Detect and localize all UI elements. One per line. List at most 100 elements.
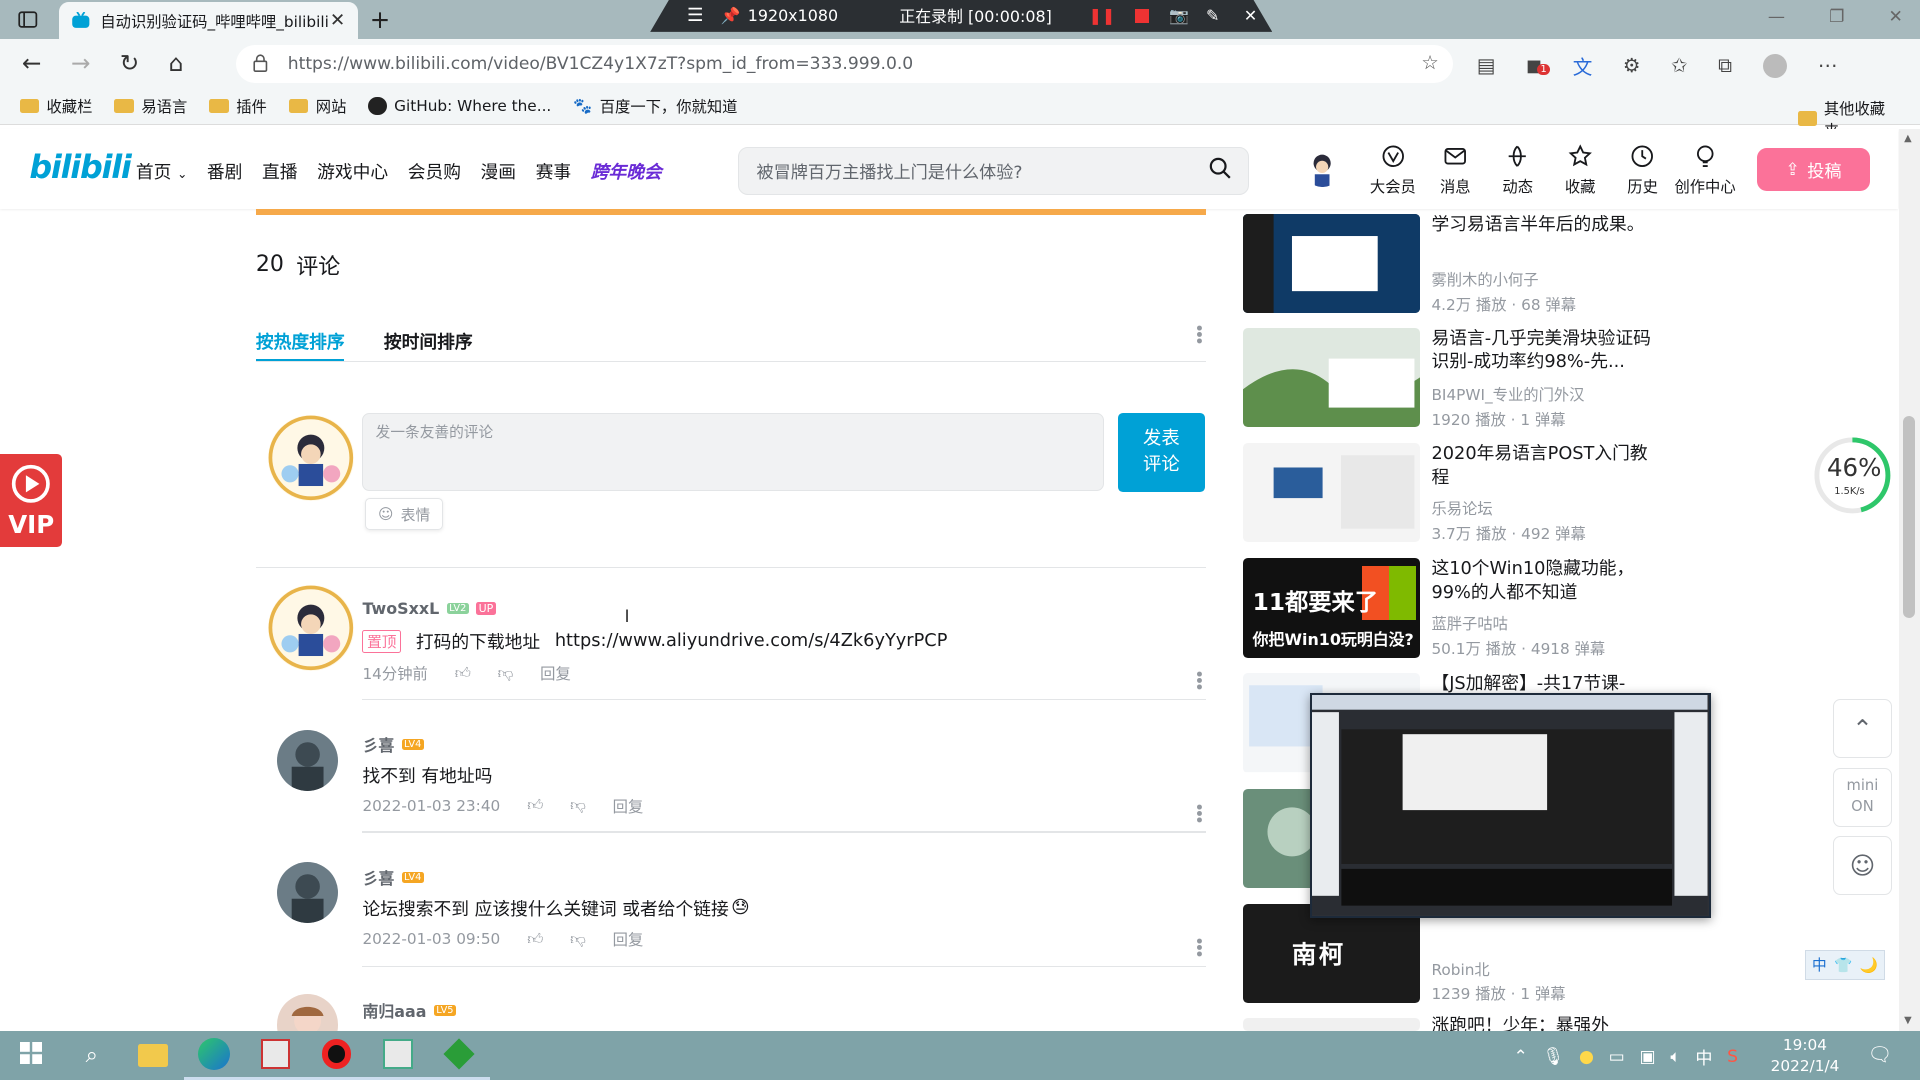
ime-toolbar[interactable]: 中 👕 🌙 <box>1804 950 1886 980</box>
submit-comment-button[interactable]: 发表 评论 <box>1117 412 1205 493</box>
favorites-button[interactable]: 收藏 <box>1549 144 1611 197</box>
search-taskbar-button[interactable]: ⌕ <box>61 1031 122 1080</box>
pin-icon[interactable]: 📌 <box>721 6 741 25</box>
minimize-icon[interactable]: — <box>1768 7 1785 27</box>
history-button[interactable]: 历史 <box>1611 144 1673 197</box>
customer-service-button[interactable]: ☺ <box>1833 836 1892 896</box>
forward-icon[interactable]: → <box>71 50 90 77</box>
new-tab-icon[interactable]: + <box>370 5 391 34</box>
chevron-up-icon[interactable]: ⌃ <box>1513 1047 1527 1067</box>
nav-live[interactable]: 直播 <box>262 158 298 184</box>
bilibili-logo[interactable]: bilibili <box>29 148 131 186</box>
more-vertical-icon[interactable]: ••• <box>1188 323 1208 342</box>
close-window-icon[interactable]: ✕ <box>1889 7 1903 27</box>
home-icon[interactable]: ⌂ <box>169 50 184 77</box>
start-button[interactable] <box>0 1031 61 1080</box>
avatar[interactable] <box>276 862 338 924</box>
tab-sort-hot[interactable]: 按热度排序 <box>256 328 345 354</box>
network-speed-widget[interactable]: 46% 1.5K/s <box>1812 435 1893 516</box>
refresh-icon[interactable]: ↻ <box>120 50 139 77</box>
microphone-icon[interactable]: 🎙︎ <box>1543 1047 1565 1067</box>
page-scrollbar[interactable]: ▲ ▼ <box>1899 128 1920 1032</box>
vip-float-badge[interactable]: VIP <box>0 454 63 548</box>
bookmark-folder[interactable]: 插件 <box>209 95 267 117</box>
video-uploader[interactable]: 乐易论坛 <box>1431 497 1492 519</box>
reading-view-icon[interactable]: ▤ <box>1477 54 1496 77</box>
video-title[interactable]: 这10个Win10隐藏功能，99%的人都不知道 <box>1431 558 1651 605</box>
scrollbar-thumb[interactable] <box>1902 416 1916 619</box>
avatar[interactable] <box>1305 150 1340 188</box>
vip-button[interactable]: 大会员 <box>1362 144 1424 197</box>
like-icon[interactable]: 👍︎ <box>527 930 543 949</box>
add-favorite-icon[interactable]: ☆ <box>1421 51 1439 74</box>
comment-username[interactable]: 彡喜 <box>362 866 394 889</box>
tab-actions-icon[interactable] <box>17 10 39 30</box>
reply-button[interactable]: 回复 <box>613 795 644 817</box>
video-uploader[interactable]: BI4PWI_专业的门外汉 <box>1431 383 1584 405</box>
floating-preview-window[interactable] <box>1310 693 1711 919</box>
pause-icon[interactable]: ❚❚ <box>1089 6 1116 25</box>
video-thumbnail[interactable] <box>1242 1017 1421 1032</box>
battery-icon[interactable]: ▭ <box>1609 1047 1625 1067</box>
reply-button[interactable]: 回复 <box>540 662 571 684</box>
tab-active[interactable]: 自动识别验证码_哔哩哔哩_bilibili ✕ <box>58 2 358 40</box>
video-thumbnail[interactable] <box>1242 443 1421 543</box>
comment-username[interactable]: 南归aaa <box>362 999 426 1022</box>
reply-button[interactable]: 回复 <box>613 928 644 950</box>
sogou-icon[interactable]: S <box>1727 1047 1738 1067</box>
more-vertical-icon[interactable]: ••• <box>1188 936 1208 955</box>
bookmark-folder[interactable]: 易语言 <box>114 95 187 117</box>
back-to-top-button[interactable]: ⌃ <box>1833 699 1892 758</box>
search-input[interactable]: 被冒牌百万主播找上门是什么体验? <box>738 146 1249 195</box>
edge-button[interactable] <box>183 1031 245 1080</box>
nav-new-year-gala[interactable]: 跨年晚会 <box>591 158 662 184</box>
profile-icon[interactable] <box>1762 53 1788 79</box>
more-vertical-icon[interactable]: ••• <box>1188 669 1208 688</box>
extensions-icon[interactable]: ⚙ <box>1623 54 1641 77</box>
video-uploader[interactable]: 雾削木的小何子 <box>1431 268 1538 290</box>
like-icon[interactable]: 👍︎ <box>527 796 543 815</box>
scroll-down-icon[interactable]: ▼ <box>1904 1015 1912 1026</box>
app-button[interactable] <box>428 1031 490 1080</box>
volume-icon[interactable]: 🔈︎ <box>1670 1047 1680 1067</box>
tab-sort-time[interactable]: 按时间排序 <box>384 328 473 354</box>
more-icon[interactable]: ⋯ <box>1818 54 1838 77</box>
upload-button[interactable]: ⇪ 投稿 <box>1757 148 1870 191</box>
camera-icon[interactable]: 📷 <box>1169 6 1189 25</box>
comment-username[interactable]: 彡喜 <box>362 733 394 756</box>
video-thumbnail[interactable] <box>1242 214 1421 314</box>
video-title[interactable]: 学习易语言半年后的成果。 <box>1431 214 1651 237</box>
nav-manga[interactable]: 漫画 <box>481 158 517 184</box>
dislike-icon[interactable]: 👎︎ <box>498 664 514 683</box>
video-title[interactable]: 2020年易语言POST入门教程 <box>1431 443 1651 490</box>
stop-icon[interactable] <box>1134 8 1150 24</box>
app-button[interactable] <box>367 1031 429 1080</box>
nav-anime[interactable]: 番剧 <box>207 158 243 184</box>
avatar[interactable] <box>276 729 338 792</box>
emoji-button[interactable]: ☺ 表情 <box>364 498 444 531</box>
video-thumbnail[interactable] <box>1242 328 1421 428</box>
notification-icon[interactable]: 🗨︎ <box>1867 1043 1892 1066</box>
bookmark-baidu[interactable]: 🐾 百度一下，你就知道 <box>573 95 737 117</box>
video-uploader[interactable]: 蓝胖子咕咕 <box>1431 612 1508 634</box>
nav-match[interactable]: 赛事 <box>536 158 572 184</box>
app-button[interactable] <box>244 1031 307 1080</box>
download-link[interactable]: https://www.aliyundrive.com/s/4Zk6yYyrPC… <box>555 631 948 651</box>
comment-input[interactable]: 发一条友善的评论 <box>362 412 1105 492</box>
video-title[interactable]: 易语言-几乎完美滑块验证码识别-成功率约98%-先... <box>1431 328 1651 375</box>
close-recorder-icon[interactable]: ✕ <box>1244 6 1257 25</box>
translate-icon[interactable]: 文 <box>1573 51 1593 80</box>
favorites-icon[interactable]: ✩ <box>1671 54 1687 77</box>
mini-player-toggle[interactable]: mini ON <box>1833 767 1892 827</box>
ime-indicator[interactable]: 中 <box>1695 1044 1712 1069</box>
maximize-icon[interactable]: ❐ <box>1829 7 1844 27</box>
video-title[interactable]: 涨跑吧！少年：暴强外 <box>1431 1015 1651 1031</box>
file-explorer-button[interactable] <box>122 1031 183 1080</box>
video-thumbnail[interactable]: 11都要来了 你把Win10玩明白没? <box>1242 558 1421 658</box>
pen-icon[interactable]: ✎ <box>1206 6 1219 25</box>
menu-icon[interactable]: ☰ <box>687 5 703 26</box>
back-icon[interactable]: ← <box>22 50 41 77</box>
dislike-icon[interactable]: 👎︎ <box>570 796 586 815</box>
monitor-icon[interactable]: ▣ <box>1639 1047 1655 1067</box>
dislike-icon[interactable]: 👎︎ <box>570 930 586 949</box>
